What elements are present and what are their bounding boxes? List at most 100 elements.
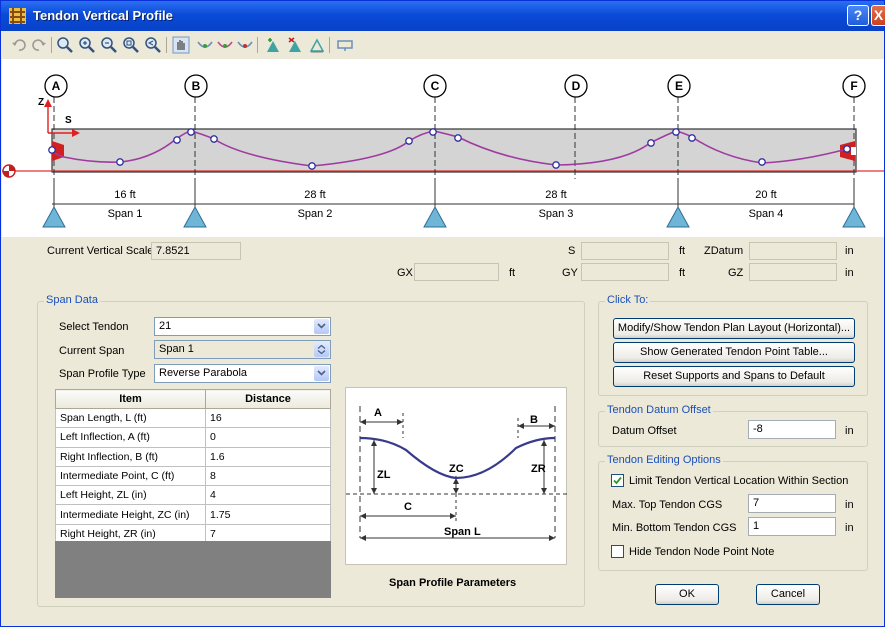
max-top-input[interactable]: 7 (748, 494, 836, 513)
table-row: Right Inflection, B (ft) 1.6 (55, 446, 331, 467)
gx-field (414, 263, 499, 281)
tendon-node[interactable] (552, 161, 560, 169)
row-label: Intermediate Height, ZC (in) (55, 504, 206, 525)
gridline-bubble-e[interactable]: E (667, 74, 691, 98)
zoom-fit-icon[interactable] (121, 36, 141, 54)
gridline-bubble-c[interactable]: C (423, 74, 447, 98)
gridline-label: C (431, 79, 440, 93)
min-bottom-input[interactable]: 1 (748, 517, 836, 536)
row-value-cell[interactable]: 16 (205, 407, 331, 429)
gridline-bubble-a[interactable]: A (44, 74, 68, 98)
tendon-node[interactable] (843, 145, 851, 153)
gy-field (581, 263, 669, 281)
app-icon (9, 8, 26, 24)
chevron-down-icon[interactable] (314, 366, 329, 381)
reset-supports-button[interactable]: Reset Supports and Spans to Default (613, 366, 855, 387)
s-unit: ft (679, 245, 686, 257)
gz-label: GZ (728, 267, 744, 279)
zoom-previous-icon[interactable] (143, 36, 163, 54)
tendon-node[interactable] (429, 128, 437, 136)
help-button[interactable]: ? (847, 5, 869, 26)
profile-type-label: Span Profile Type (59, 368, 146, 380)
zoom-window-icon[interactable] (55, 36, 75, 54)
hide-node-note-checkbox[interactable] (611, 545, 624, 558)
view-bottom-icon[interactable] (235, 36, 255, 54)
tendon-node[interactable] (758, 158, 766, 166)
support-icon[interactable] (183, 205, 207, 228)
undo-icon[interactable] (9, 36, 29, 54)
tendon-node[interactable] (688, 134, 696, 142)
gridline-label: A (52, 79, 61, 93)
tendon-profile-diagram[interactable]: A B C D E F Z S 16 ft Span 1 28 ft Span … (2, 59, 884, 237)
chevron-down-icon[interactable] (314, 319, 329, 334)
show-point-table-button[interactable]: Show Generated Tendon Point Table... (613, 342, 855, 363)
profile-type-value: Reverse Parabola (159, 367, 248, 379)
row-value-cell[interactable]: 8 (205, 465, 331, 487)
gridline-bubble-b[interactable]: B (184, 74, 208, 98)
add-point-icon[interactable] (263, 36, 283, 54)
move-point-icon[interactable] (307, 36, 327, 54)
span-length-label: 28 ft (304, 189, 325, 201)
row-label: Left Height, ZL (in) (55, 485, 206, 506)
reverse-parabola-diagram: A B ZL ZC ZR C Span L (346, 406, 568, 541)
ok-button[interactable]: OK (655, 584, 719, 605)
window-title: Tendon Vertical Profile (33, 8, 173, 23)
figure-label-zc: ZC (449, 463, 464, 475)
pan-icon[interactable] (171, 36, 191, 54)
view-top-icon[interactable] (215, 36, 235, 54)
row-value-cell[interactable]: 0 (205, 427, 331, 448)
support-markers[interactable] (42, 205, 866, 228)
figure-label-zr: ZR (531, 463, 546, 475)
cancel-button[interactable]: Cancel (756, 584, 820, 605)
datum-offset-input[interactable]: -8 (748, 420, 836, 439)
column-header-distance: Distance (205, 389, 331, 409)
gridline-label: E (675, 79, 683, 93)
zdatum-field (749, 242, 837, 260)
axis-z-label: Z (38, 97, 44, 108)
select-tendon-dropdown[interactable]: 21 (154, 317, 331, 336)
tendon-node[interactable] (647, 139, 655, 147)
tendon-node[interactable] (173, 136, 181, 144)
editing-options-title: Tendon Editing Options (605, 454, 723, 466)
limit-vertical-label[interactable]: Limit Tendon Vertical Location Within Se… (629, 475, 848, 487)
gridline-bubble-d[interactable]: D (564, 74, 588, 98)
tendon-node[interactable] (454, 134, 462, 142)
tendon-node[interactable] (187, 128, 195, 136)
support-icon[interactable] (42, 205, 66, 228)
row-value-cell[interactable]: 1.75 (205, 504, 331, 525)
modify-plan-layout-button[interactable]: Modify/Show Tendon Plan Layout (Horizont… (613, 318, 855, 339)
limit-vertical-checkbox[interactable] (611, 474, 624, 487)
tendon-node[interactable] (405, 137, 413, 145)
min-bottom-label: Min. Bottom Tendon CGS (612, 522, 737, 534)
profile-type-dropdown[interactable]: Reverse Parabola (154, 364, 331, 383)
toolbar-separator (166, 37, 167, 53)
profile-canvas[interactable]: A B C D E F Z S 16 ft Span 1 28 ft Span … (2, 59, 884, 237)
close-button[interactable]: X (871, 5, 885, 26)
view-front-icon[interactable] (195, 36, 215, 54)
row-value-cell[interactable]: 4 (205, 485, 331, 506)
support-icon[interactable] (423, 205, 447, 228)
row-label: Right Inflection, B (ft) (55, 446, 206, 467)
support-icon[interactable] (666, 205, 690, 228)
toolbar-separator (329, 37, 330, 53)
axis-s-label: S (65, 115, 72, 126)
current-span-spinner[interactable]: Span 1 (154, 340, 331, 359)
tendon-node[interactable] (210, 135, 218, 143)
display-options-icon[interactable] (335, 36, 355, 54)
redo-icon[interactable] (29, 36, 49, 54)
spinner-icon[interactable] (314, 342, 329, 357)
tendon-node[interactable] (672, 128, 680, 136)
zoom-out-icon[interactable] (99, 36, 119, 54)
profile-parameters-figure: A B ZL ZC ZR C Span L (345, 387, 568, 565)
tendon-node[interactable] (48, 146, 56, 154)
title-bar: Tendon Vertical Profile ? X (1, 1, 885, 31)
gridline-bubble-f[interactable]: F (842, 74, 866, 98)
tendon-node[interactable] (308, 162, 316, 170)
hide-node-note-label[interactable]: Hide Tendon Node Point Note (629, 546, 774, 558)
support-icon[interactable] (842, 205, 866, 228)
zoom-in-icon[interactable] (77, 36, 97, 54)
delete-point-icon[interactable] (285, 36, 305, 54)
row-value-cell[interactable]: 1.6 (205, 446, 331, 467)
select-tendon-value: 21 (159, 320, 172, 332)
tendon-node[interactable] (116, 158, 124, 166)
